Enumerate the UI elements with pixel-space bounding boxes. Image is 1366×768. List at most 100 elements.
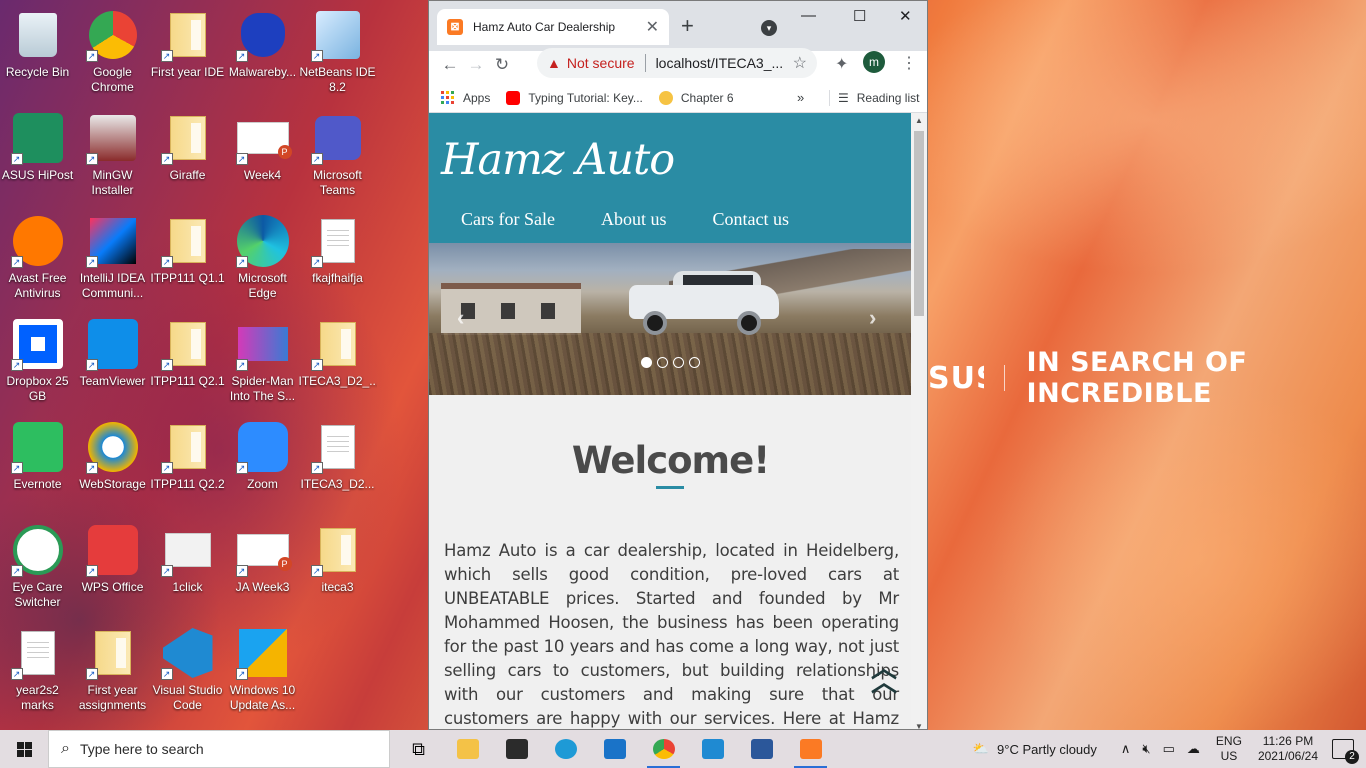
- minimize-icon[interactable]: —: [801, 7, 816, 24]
- volume-muted-icon[interactable]: 🔇︎: [1142, 741, 1150, 757]
- vscode-icon[interactable]: [688, 730, 737, 768]
- page-scrollbar[interactable]: ▲ ▼: [911, 113, 927, 729]
- folder-icon: ↗: [160, 111, 215, 165]
- nav-cars-for-sale[interactable]: Cars for Sale: [461, 209, 555, 230]
- desktop-icon[interactable]: ↗ ITPP111 Q2.2: [150, 412, 225, 512]
- desktop-icon[interactable]: ↗ Eye Care Switcher: [0, 515, 75, 615]
- desktop-icon[interactable]: ↗ IntelliJ IDEA Communi...: [75, 206, 150, 306]
- word-icon[interactable]: [737, 730, 786, 768]
- battery-icon[interactable]: ▭: [1163, 741, 1175, 757]
- desktop-icon[interactable]: ↗ WPS Office: [75, 515, 150, 615]
- desktop-icon[interactable]: ↗ Zoom: [225, 412, 300, 512]
- security-status[interactable]: Not secure: [567, 55, 635, 71]
- tab-hamz-auto[interactable]: ⊠ Hamz Auto Car Dealership ✕: [437, 9, 669, 45]
- chrome-icon[interactable]: [639, 730, 688, 768]
- desktop-icon[interactable]: ↗ JA Week3: [225, 515, 300, 615]
- carousel-dot[interactable]: [657, 357, 668, 368]
- desktop-icon[interactable]: ↗ First year assignments: [75, 618, 150, 718]
- desktop-icon[interactable]: ↗ Dropbox 25 GB: [0, 309, 75, 409]
- desktop-icon[interactable]: ↗ ITPP111 Q1.1: [150, 206, 225, 306]
- forward-icon[interactable]: →: [463, 55, 489, 75]
- omnibox-divider: [644, 54, 646, 72]
- url-text[interactable]: localhost/ITECA3_...: [656, 55, 793, 71]
- desktop-icon[interactable]: ↗ TeamViewer: [75, 309, 150, 409]
- desktop-icon[interactable]: ↗ MinGW Installer: [75, 103, 150, 203]
- desktop-icon[interactable]: ↗ WebStorage: [75, 412, 150, 512]
- desktop-icon[interactable]: ↗ ITECA3_D2...: [300, 412, 375, 512]
- bookmark-chapter-6[interactable]: Chapter 6: [658, 90, 734, 105]
- carousel-dot[interactable]: [641, 357, 652, 368]
- start-button[interactable]: [0, 730, 48, 768]
- file-explorer-icon[interactable]: [443, 730, 492, 768]
- bookmark-apps[interactable]: Apps: [441, 90, 490, 105]
- taskbar-search[interactable]: ⌕ Type here to search: [48, 730, 390, 768]
- maximize-icon[interactable]: ☐: [853, 7, 866, 25]
- desktop-icon[interactable]: ↗ Malwareby...: [225, 0, 300, 100]
- close-tab-icon[interactable]: ✕: [646, 17, 659, 37]
- bookmark-typing-tutorial[interactable]: Typing Tutorial: Key...: [506, 90, 643, 105]
- desktop-icon[interactable]: Recycle Bin: [0, 0, 75, 100]
- site-brand[interactable]: Hamz Auto: [441, 135, 675, 185]
- more-bookmarks-icon[interactable]: »: [797, 90, 804, 105]
- reading-list-button[interactable]: ☰ Reading list: [829, 89, 919, 106]
- notification-count: 2: [1345, 750, 1359, 764]
- vscode-icon: ↗: [160, 626, 215, 680]
- show-hidden-icons-icon[interactable]: ∧: [1121, 741, 1131, 757]
- desktop-icon[interactable]: ↗ Evernote: [0, 412, 75, 512]
- address-bar[interactable]: ▲ Not secure localhost/ITECA3_... ☆: [537, 48, 817, 78]
- desktop-icon[interactable]: ↗ Microsoft Teams: [300, 103, 375, 203]
- browser-menu-icon[interactable]: ⋮: [901, 53, 917, 73]
- desktop-icon[interactable]: ↗ Microsoft Edge: [225, 206, 300, 306]
- recycle-bin-icon: [11, 8, 65, 62]
- network-icon[interactable]: ☁︎: [1187, 741, 1200, 757]
- desktop-icon[interactable]: ↗ Avast Free Antivirus: [0, 206, 75, 306]
- gear-file-icon: ↗: [160, 523, 215, 577]
- weather-text: 9°C Partly cloudy: [997, 741, 1097, 757]
- language-indicator[interactable]: ENG US: [1216, 734, 1242, 764]
- notifications-icon[interactable]: 2: [1332, 739, 1359, 764]
- store-icon[interactable]: [492, 730, 541, 768]
- desktop-icon[interactable]: ↗ NetBeans IDE 8.2: [299, 0, 376, 100]
- shortcut-arrow-icon: ↗: [235, 462, 248, 474]
- profile-avatar[interactable]: m: [863, 51, 885, 73]
- weather-widget[interactable]: ⛅ 9°C Partly cloudy: [973, 741, 1097, 757]
- scrollbar-thumb[interactable]: [914, 131, 924, 316]
- desktop-icon[interactable]: ↗ Google Chrome: [75, 0, 150, 100]
- desktop-icon[interactable]: ↗ iteca3: [300, 515, 375, 615]
- desktop-icon[interactable]: ↗ 1click: [150, 515, 225, 615]
- search-placeholder: Type here to search: [79, 741, 204, 757]
- task-view-icon[interactable]: ⧉: [394, 730, 443, 768]
- scroll-down-icon[interactable]: ▼: [915, 722, 923, 729]
- desktop-icon[interactable]: ↗ Week4: [225, 103, 300, 203]
- desktop-icon[interactable]: ↗ year2s2 marks: [0, 618, 75, 718]
- desktop-icon[interactable]: ↗ First year IDE: [150, 0, 225, 100]
- desktop-icon[interactable]: ↗ Visual Studio Code: [150, 618, 225, 718]
- bookmark-star-icon[interactable]: ☆: [793, 53, 807, 73]
- scroll-to-top-icon[interactable]: ︿ ︿: [871, 655, 897, 695]
- extensions-icon[interactable]: ✦: [835, 54, 848, 74]
- carousel-prev-icon[interactable]: ‹: [457, 305, 464, 331]
- nav-contact-us[interactable]: Contact us: [713, 209, 790, 230]
- reload-icon[interactable]: ↻: [489, 55, 515, 75]
- new-tab-icon[interactable]: +: [681, 15, 694, 37]
- desktop-icon[interactable]: ↗ Spider-Man Into The S...: [225, 309, 300, 409]
- desktop-icon[interactable]: ↗ Windows 10 Update As...: [225, 618, 300, 718]
- carousel-dot[interactable]: [689, 357, 700, 368]
- nav-about-us[interactable]: About us: [601, 209, 667, 230]
- desktop-icon[interactable]: ↗ ITPP111 Q2.1: [150, 309, 225, 409]
- desktop-icon[interactable]: ↗ ITECA3_D2_...: [299, 309, 377, 409]
- tab-search-icon[interactable]: ▾: [761, 20, 777, 36]
- desktop-icon[interactable]: ↗ fkajfhaifja: [300, 206, 375, 306]
- scroll-up-icon[interactable]: ▲: [915, 116, 923, 125]
- carousel-next-icon[interactable]: ›: [869, 305, 876, 331]
- carousel-dot[interactable]: [673, 357, 684, 368]
- close-window-icon[interactable]: ✕: [899, 7, 912, 25]
- mail-icon[interactable]: [590, 730, 639, 768]
- edge-icon[interactable]: [541, 730, 590, 768]
- desktop-icon-label: Dropbox 25 GB: [6, 374, 69, 403]
- desktop-icon[interactable]: ↗ ASUS HiPost: [0, 103, 75, 203]
- xampp-icon[interactable]: [786, 730, 835, 768]
- desktop-icon[interactable]: ↗ Giraffe: [150, 103, 225, 203]
- back-icon[interactable]: ←: [437, 55, 463, 75]
- clock[interactable]: 11:26 PM 2021/06/24: [1258, 734, 1318, 764]
